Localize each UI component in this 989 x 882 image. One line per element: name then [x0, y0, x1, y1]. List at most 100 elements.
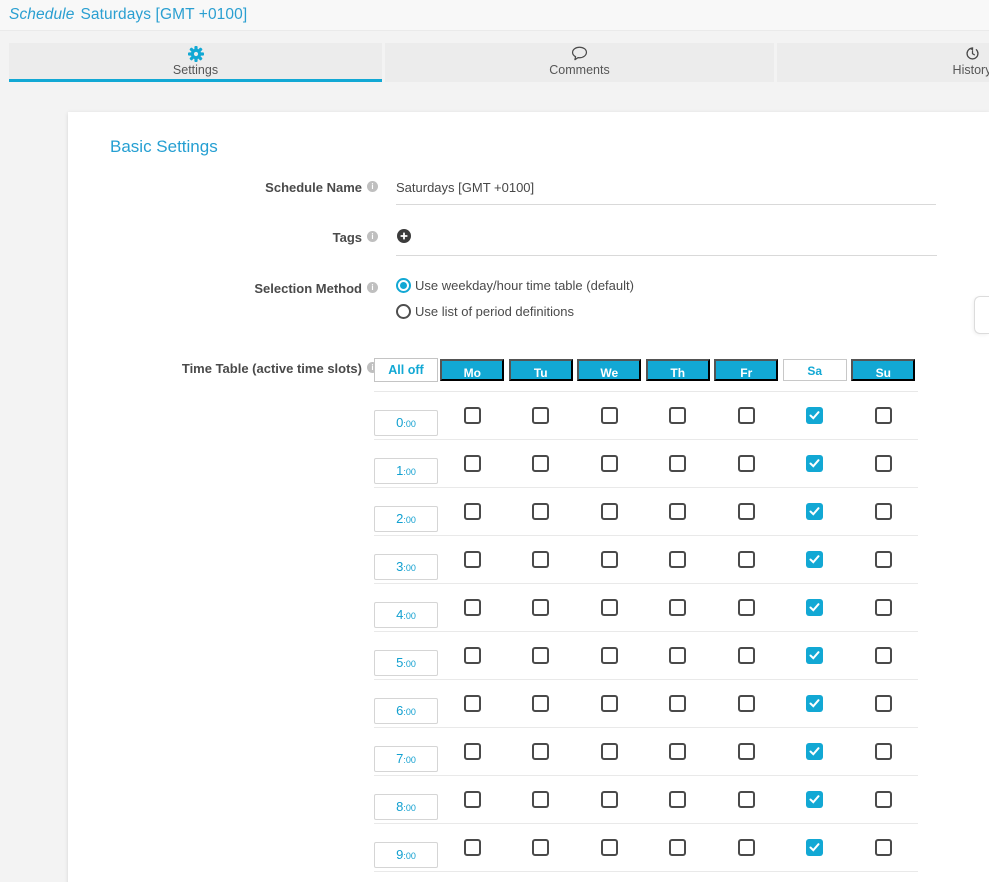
slot-checkbox-we-0[interactable]	[601, 407, 618, 424]
slot-cell	[507, 455, 576, 472]
slot-checkbox-fr-6[interactable]	[738, 695, 755, 712]
slot-checkbox-sa-9[interactable]	[806, 839, 823, 856]
slot-checkbox-tu-6[interactable]	[532, 695, 549, 712]
day-toggle-mo[interactable]: Mo	[440, 359, 504, 381]
slot-checkbox-tu-5[interactable]	[532, 647, 549, 664]
day-toggle-tu[interactable]: Tu	[509, 359, 573, 381]
slot-checkbox-tu-9[interactable]	[532, 839, 549, 856]
slot-checkbox-mo-5[interactable]	[464, 647, 481, 664]
slot-checkbox-su-2[interactable]	[875, 503, 892, 520]
slot-checkbox-th-1[interactable]	[669, 455, 686, 472]
slot-checkbox-th-9[interactable]	[669, 839, 686, 856]
add-tag-button[interactable]	[397, 229, 411, 246]
info-icon[interactable]: i	[367, 231, 378, 242]
radio-option[interactable]: Use list of period definitions	[396, 304, 634, 319]
tab-settings[interactable]: Settings	[9, 43, 382, 82]
day-toggle-sa[interactable]: Sa	[783, 359, 847, 381]
slot-checkbox-fr-3[interactable]	[738, 551, 755, 568]
slot-checkbox-we-5[interactable]	[601, 647, 618, 664]
slot-checkbox-we-9[interactable]	[601, 839, 618, 856]
day-toggle-we[interactable]: We	[577, 359, 641, 381]
slot-checkbox-tu-3[interactable]	[532, 551, 549, 568]
slot-checkbox-tu-0[interactable]	[532, 407, 549, 424]
schedule-name-input[interactable]	[396, 177, 936, 205]
slot-checkbox-fr-2[interactable]	[738, 503, 755, 520]
hour-toggle-2[interactable]: 2:00	[374, 506, 438, 532]
slot-checkbox-tu-1[interactable]	[532, 455, 549, 472]
slot-checkbox-fr-9[interactable]	[738, 839, 755, 856]
slot-checkbox-th-2[interactable]	[669, 503, 686, 520]
slot-checkbox-sa-5[interactable]	[806, 647, 823, 664]
slot-checkbox-sa-3[interactable]	[806, 551, 823, 568]
slot-checkbox-mo-4[interactable]	[464, 599, 481, 616]
slot-checkbox-fr-8[interactable]	[738, 791, 755, 808]
tab-comments[interactable]: Comments	[385, 43, 774, 82]
slot-checkbox-tu-4[interactable]	[532, 599, 549, 616]
slot-checkbox-mo-9[interactable]	[464, 839, 481, 856]
slot-checkbox-th-5[interactable]	[669, 647, 686, 664]
slot-checkbox-we-2[interactable]	[601, 503, 618, 520]
slot-checkbox-tu-8[interactable]	[532, 791, 549, 808]
slot-checkbox-su-6[interactable]	[875, 695, 892, 712]
slot-checkbox-we-1[interactable]	[601, 455, 618, 472]
slot-checkbox-th-8[interactable]	[669, 791, 686, 808]
slot-checkbox-we-8[interactable]	[601, 791, 618, 808]
slot-checkbox-sa-0[interactable]	[806, 407, 823, 424]
slot-checkbox-su-5[interactable]	[875, 647, 892, 664]
slot-checkbox-fr-0[interactable]	[738, 407, 755, 424]
hour-toggle-0[interactable]: 0:00	[374, 410, 438, 436]
slot-checkbox-we-6[interactable]	[601, 695, 618, 712]
slot-checkbox-we-7[interactable]	[601, 743, 618, 760]
slot-checkbox-th-0[interactable]	[669, 407, 686, 424]
side-panel-handle[interactable]	[974, 296, 989, 334]
slot-checkbox-sa-4[interactable]	[806, 599, 823, 616]
slot-checkbox-su-8[interactable]	[875, 791, 892, 808]
slot-checkbox-sa-1[interactable]	[806, 455, 823, 472]
slot-checkbox-mo-7[interactable]	[464, 743, 481, 760]
day-toggle-fr[interactable]: Fr	[714, 359, 778, 381]
info-icon[interactable]: i	[367, 181, 378, 192]
slot-checkbox-su-0[interactable]	[875, 407, 892, 424]
slot-checkbox-th-6[interactable]	[669, 695, 686, 712]
slot-checkbox-mo-0[interactable]	[464, 407, 481, 424]
slot-checkbox-fr-7[interactable]	[738, 743, 755, 760]
slot-checkbox-su-3[interactable]	[875, 551, 892, 568]
tab-history[interactable]: History	[777, 43, 989, 82]
slot-checkbox-sa-7[interactable]	[806, 743, 823, 760]
slot-checkbox-th-7[interactable]	[669, 743, 686, 760]
slot-checkbox-we-3[interactable]	[601, 551, 618, 568]
slot-checkbox-th-3[interactable]	[669, 551, 686, 568]
slot-checkbox-su-4[interactable]	[875, 599, 892, 616]
hour-toggle-3[interactable]: 3:00	[374, 554, 438, 580]
slot-checkbox-su-1[interactable]	[875, 455, 892, 472]
hour-toggle-9[interactable]: 9:00	[374, 842, 438, 868]
slot-checkbox-sa-6[interactable]	[806, 695, 823, 712]
slot-checkbox-tu-7[interactable]	[532, 743, 549, 760]
slot-checkbox-fr-4[interactable]	[738, 599, 755, 616]
slot-checkbox-mo-2[interactable]	[464, 503, 481, 520]
slot-checkbox-th-4[interactable]	[669, 599, 686, 616]
slot-checkbox-mo-1[interactable]	[464, 455, 481, 472]
slot-checkbox-sa-8[interactable]	[806, 791, 823, 808]
hour-toggle-6[interactable]: 6:00	[374, 698, 438, 724]
info-icon[interactable]: i	[367, 282, 378, 293]
slot-checkbox-mo-6[interactable]	[464, 695, 481, 712]
hour-toggle-7[interactable]: 7:00	[374, 746, 438, 772]
slot-checkbox-fr-5[interactable]	[738, 647, 755, 664]
slot-checkbox-tu-2[interactable]	[532, 503, 549, 520]
all-off-button[interactable]: All off	[374, 358, 438, 382]
slot-checkbox-mo-3[interactable]	[464, 551, 481, 568]
slot-checkbox-sa-2[interactable]	[806, 503, 823, 520]
slot-checkbox-fr-1[interactable]	[738, 455, 755, 472]
day-toggle-th[interactable]: Th	[646, 359, 710, 381]
slot-checkbox-we-4[interactable]	[601, 599, 618, 616]
hour-toggle-1[interactable]: 1:00	[374, 458, 438, 484]
radio-option[interactable]: Use weekday/hour time table (default)	[396, 278, 634, 293]
slot-checkbox-su-9[interactable]	[875, 839, 892, 856]
slot-checkbox-su-7[interactable]	[875, 743, 892, 760]
slot-checkbox-mo-8[interactable]	[464, 791, 481, 808]
hour-toggle-5[interactable]: 5:00	[374, 650, 438, 676]
hour-toggle-4[interactable]: 4:00	[374, 602, 438, 628]
hour-toggle-8[interactable]: 8:00	[374, 794, 438, 820]
day-toggle-su[interactable]: Su	[851, 359, 915, 381]
